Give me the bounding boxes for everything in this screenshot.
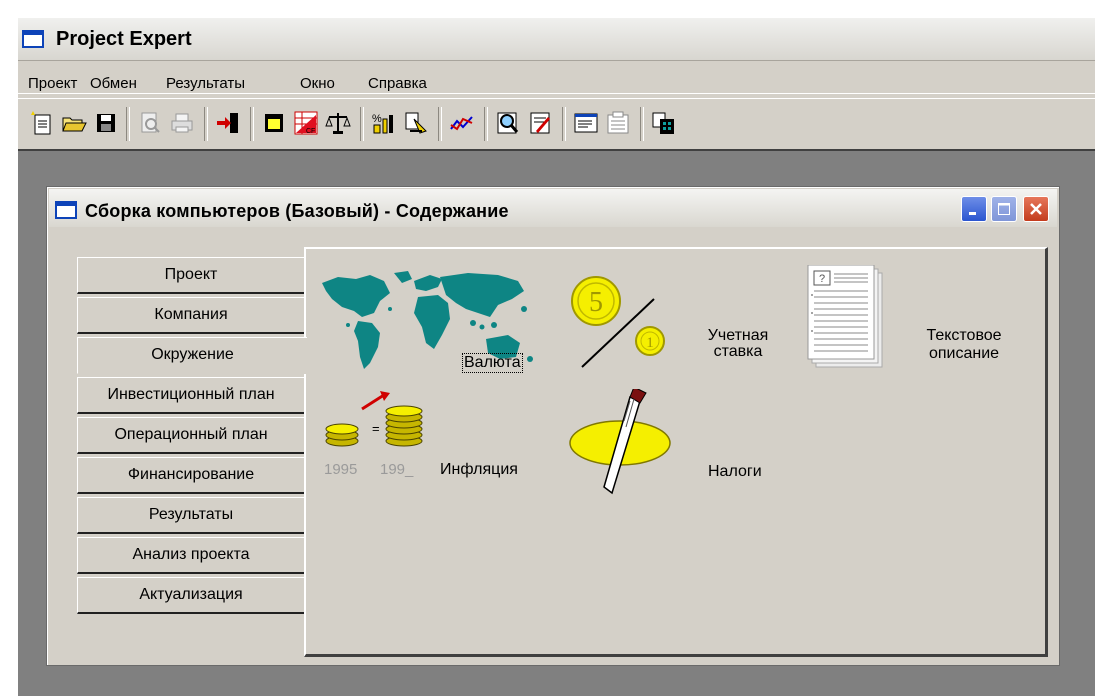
tab-project-analysis[interactable]: Анализ проекта xyxy=(77,537,305,574)
balance-icon[interactable] xyxy=(322,107,354,139)
text-window-icon[interactable] xyxy=(570,107,602,139)
new-project-icon[interactable] xyxy=(26,107,58,139)
app-titlebar[interactable]: Project Expert xyxy=(18,18,1095,61)
coin-small-label: 1 xyxy=(646,335,654,351)
content-window-titlebar[interactable]: Сборка компьютеров (Базовый) - Содержани… xyxy=(49,189,1057,227)
maximize-icon xyxy=(998,203,1010,215)
currency-label: Валюта xyxy=(462,353,523,373)
minimize-button[interactable] xyxy=(961,196,987,222)
tab-financing[interactable]: Финансирование xyxy=(77,457,305,494)
discount-rate-label-2: ставка xyxy=(713,343,763,360)
close-button[interactable] xyxy=(1023,196,1049,222)
menu-help[interactable]: Справка xyxy=(368,75,427,92)
menu-window[interactable]: Окно xyxy=(300,75,335,92)
inflation-label: Инфляция xyxy=(440,461,518,478)
text-description-label-2: описание xyxy=(928,345,1000,362)
toolbar: CF % xyxy=(18,98,1095,150)
maximize-button[interactable] xyxy=(991,196,1017,222)
document-icon[interactable] xyxy=(602,107,634,139)
print-preview-icon[interactable] xyxy=(134,107,166,139)
tab-company[interactable]: Компания xyxy=(77,297,305,334)
import-icon[interactable] xyxy=(400,107,432,139)
taxes-item[interactable]: Налоги xyxy=(568,389,798,499)
tax-saw-icon xyxy=(569,389,671,495)
window-icon xyxy=(22,30,44,48)
print-icon[interactable] xyxy=(166,107,198,139)
table-icon[interactable] xyxy=(258,107,290,139)
percent-chart-icon[interactable]: % xyxy=(368,107,400,139)
text-document-icon: ? xyxy=(807,265,883,368)
tab-results[interactable]: Результаты xyxy=(77,497,305,534)
tab-operational-plan[interactable]: Операционный план xyxy=(77,417,305,454)
tab-environment[interactable]: Окружение xyxy=(77,337,307,374)
menu-results[interactable]: Результаты xyxy=(166,75,245,92)
svg-text:=: = xyxy=(372,421,380,436)
svg-text:CF: CF xyxy=(306,128,315,135)
coin-stacks-icon: = xyxy=(325,391,423,447)
year-1-label: 1995 xyxy=(324,461,358,478)
save-icon[interactable] xyxy=(90,107,122,139)
open-icon[interactable] xyxy=(58,107,90,139)
tab-actualization[interactable]: Актуализация xyxy=(77,577,305,614)
environment-panel: Валюта 5 1 Учетная ставка ? Текстовое оп… xyxy=(304,247,1048,657)
minimize-icon xyxy=(969,212,976,215)
content-window: Сборка компьютеров (Базовый) - Содержани… xyxy=(46,186,1060,666)
tab-project[interactable]: Проект xyxy=(77,257,305,294)
currency-item[interactable]: Валюта xyxy=(318,269,548,379)
close-icon xyxy=(1030,203,1042,215)
year-2-label: 199_ xyxy=(380,461,414,478)
text-description-label: Текстовое xyxy=(926,327,1002,344)
tab-investment-plan[interactable]: Инвестиционный план xyxy=(77,377,305,414)
report-icon[interactable] xyxy=(524,107,556,139)
menu-project[interactable]: Проект xyxy=(28,75,77,92)
coin-big-label: 5 xyxy=(589,287,603,318)
analysis-icon[interactable] xyxy=(492,107,524,139)
svg-text:?: ? xyxy=(819,273,825,285)
app-title: Project Expert xyxy=(56,28,192,50)
cash-flow-icon[interactable]: CF xyxy=(290,107,322,139)
menu-exchange[interactable]: Обмен xyxy=(90,75,137,92)
exit-icon[interactable] xyxy=(212,107,244,139)
calculator-icon[interactable] xyxy=(648,107,680,139)
inflation-item[interactable]: = 1995 199_ Инфляция xyxy=(322,389,552,489)
line-chart-icon[interactable] xyxy=(446,107,478,139)
coins-icon: 5 1 xyxy=(571,276,665,368)
svg-text:%: % xyxy=(372,113,382,125)
content-window-title: Сборка компьютеров (Базовый) - Содержани… xyxy=(85,201,509,221)
discount-rate-item[interactable]: 5 1 Учетная ставка xyxy=(568,271,798,381)
window-icon xyxy=(55,201,77,219)
taxes-label: Налоги xyxy=(708,463,762,480)
menu-bar: Проект Обмен Результаты Окно Справка xyxy=(18,61,1095,94)
text-description-item[interactable]: ? Текстовое описание xyxy=(804,265,1044,375)
